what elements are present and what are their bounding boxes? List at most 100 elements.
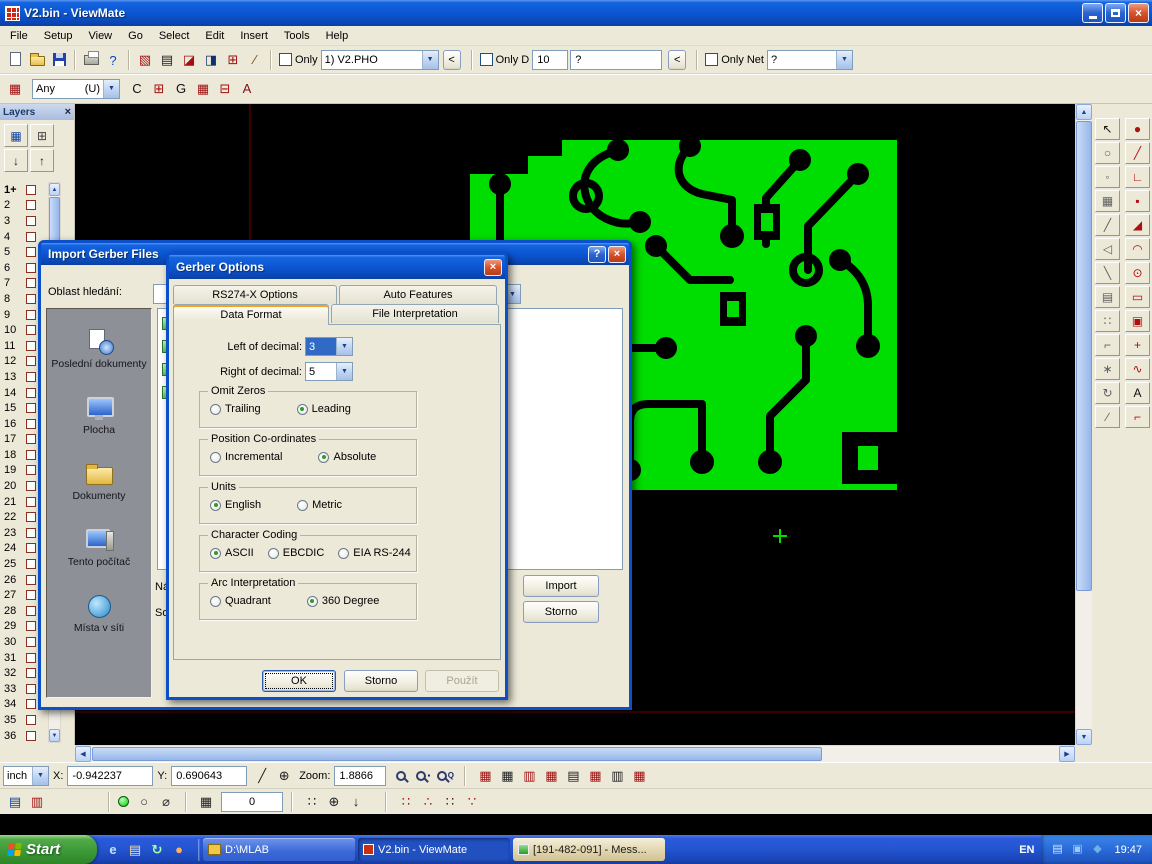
mirror-tool-icon[interactable]: ◁ (1095, 238, 1120, 260)
layer-visibility-chip[interactable] (26, 247, 36, 257)
bracket-tool-icon[interactable]: ⌐ (1095, 334, 1120, 356)
highlight-tool-icon[interactable]: ◪ (178, 49, 200, 71)
close-button[interactable]: × (484, 259, 502, 276)
aperture-h-button[interactable]: ⊟ (214, 78, 236, 100)
help-button[interactable]: ? (588, 246, 606, 263)
open-file-icon[interactable] (26, 49, 48, 71)
scroll-left-icon[interactable]: ◀ (75, 746, 91, 762)
board-view-icon[interactable]: ▥ (26, 791, 48, 813)
zoom-window-icon[interactable]: ▪ (412, 765, 434, 787)
aperture-c-button[interactable]: C (126, 78, 148, 100)
radio-360-degree[interactable]: 360 Degree (307, 595, 380, 607)
menu-edit[interactable]: Edit (197, 28, 232, 44)
grid-toggle-icon[interactable]: ▦ (195, 791, 217, 813)
context-help-icon[interactable]: ? (102, 50, 124, 72)
move-layer-up-icon[interactable]: ↑ (30, 149, 54, 172)
dcode-grid-8-icon[interactable]: ▦ (628, 765, 650, 787)
browser-launch-icon[interactable]: ● (169, 840, 189, 860)
layer-visibility-chip[interactable] (26, 512, 36, 522)
radio-english[interactable]: English (210, 499, 261, 511)
tab-rs274-x-options[interactable]: RS274-X Options (173, 285, 337, 304)
edit-tool-icon[interactable]: ∕ (1095, 406, 1120, 428)
layer-table-icon[interactable]: ▦ (4, 124, 28, 147)
draw-l-icon[interactable]: ⌐ (1125, 406, 1150, 428)
gerber-dialog-titlebar[interactable]: Gerber Options × (169, 255, 505, 279)
menu-file[interactable]: File (2, 28, 36, 44)
taskbar-task[interactable]: V2.bin - ViewMate (358, 838, 510, 861)
layer-visibility-chip[interactable] (26, 403, 36, 413)
layer-visibility-chip[interactable] (26, 621, 36, 631)
info-tool-icon[interactable]: ◨ (200, 49, 222, 71)
tab-file-interpretation[interactable]: File Interpretation (331, 304, 499, 323)
previous-layer-button[interactable]: < (443, 50, 461, 70)
layer-visibility-chip[interactable] (26, 481, 36, 491)
import-button[interactable]: Import (523, 575, 599, 597)
only-dcode-toggle[interactable]: Only D (480, 53, 530, 66)
dcode-grid-7-icon[interactable]: ▥ (606, 765, 628, 787)
layer-visibility-chip[interactable] (26, 341, 36, 351)
layer-visibility-chip[interactable] (26, 497, 36, 507)
only-net-toggle[interactable]: Only Net (705, 53, 764, 66)
rows-tool-icon[interactable]: ▤ (1095, 286, 1120, 308)
layer-visibility-chip[interactable] (26, 575, 36, 585)
draw-point-icon[interactable]: ● (1125, 118, 1150, 140)
cancel-button[interactable]: Storno (344, 670, 418, 692)
dcode-grid-2-icon[interactable]: ▦ (496, 765, 518, 787)
layer-visibility-chip[interactable] (26, 528, 36, 538)
menu-setup[interactable]: Setup (36, 28, 81, 44)
layer-visibility-chip[interactable] (26, 450, 36, 460)
only-layer-checkbox[interactable] (279, 53, 292, 66)
select-cursor-icon[interactable]: ↖ (1095, 118, 1120, 140)
place-desktop[interactable]: Plocha (47, 383, 151, 449)
layer-row[interactable]: 35 (0, 712, 46, 728)
cancel-button[interactable]: Storno (523, 601, 599, 623)
menu-go[interactable]: Go (120, 28, 151, 44)
layer-row[interactable]: 1+ (0, 182, 46, 198)
layer-visibility-chip[interactable] (26, 465, 36, 475)
layer-visibility-chip[interactable] (26, 543, 36, 553)
draw-arc-icon[interactable]: ◠ (1125, 238, 1150, 260)
unit-select[interactable]: inch ▼ (3, 766, 49, 786)
layer-visibility-chip[interactable] (26, 294, 36, 304)
target-icon[interactable]: ⊕ (273, 765, 295, 787)
menu-help[interactable]: Help (318, 28, 357, 44)
dcode-grid-5-icon[interactable]: ▤ (562, 765, 584, 787)
place-computer[interactable]: Tento počítač (47, 515, 151, 581)
pattern-1-icon[interactable]: ∷ (395, 791, 417, 813)
place-network[interactable]: Místa v síti (47, 581, 151, 647)
scroll-down-icon[interactable]: ▼ (49, 729, 60, 742)
layer-visibility-chip[interactable] (26, 731, 36, 741)
draw-thermal-icon[interactable]: + (1125, 334, 1150, 356)
pattern-2-icon[interactable]: ∴ (417, 791, 439, 813)
print-icon[interactable] (80, 47, 102, 69)
scroll-up-icon[interactable]: ▲ (49, 183, 60, 196)
chevron-down-icon[interactable]: ▼ (422, 51, 438, 69)
layers-panel-caption[interactable]: Layers × (0, 104, 74, 120)
dcode-grid-1-icon[interactable]: ▦ (474, 765, 496, 787)
layer-visibility-chip[interactable] (26, 606, 36, 616)
active-layer-icon[interactable]: ▦ (4, 78, 26, 100)
menu-select[interactable]: Select (151, 28, 198, 44)
rotate-tool-icon[interactable]: ↻ (1095, 382, 1120, 404)
star-tool-icon[interactable]: ∗ (1095, 358, 1120, 380)
tray-shield-icon[interactable]: ◆ (1089, 842, 1105, 858)
horizontal-scrollbar[interactable]: ◀ ▶ (75, 745, 1075, 762)
layer-visibility-chip[interactable] (26, 356, 36, 366)
only-layer-toggle[interactable]: Only (279, 53, 318, 66)
ruler-tool-icon[interactable]: ∕ (244, 49, 266, 71)
chevron-down-icon[interactable]: ▼ (32, 767, 48, 785)
fill-square-icon[interactable]: ▦ (1095, 190, 1120, 212)
radio-quadrant[interactable]: Quadrant (210, 595, 271, 607)
measure-grid-icon[interactable]: ▧ (134, 49, 156, 71)
measure-line-icon[interactable]: ╱ (251, 765, 273, 787)
only-net-checkbox[interactable] (705, 53, 718, 66)
circle-outline-icon[interactable]: ○ (1095, 142, 1120, 164)
draw-wave-icon[interactable]: ∿ (1125, 358, 1150, 380)
menu-tools[interactable]: Tools (276, 28, 318, 44)
layer-visibility-chip[interactable] (26, 388, 36, 398)
language-indicator[interactable]: EN (1012, 844, 1041, 856)
maximize-button[interactable] (1105, 3, 1126, 23)
menu-insert[interactable]: Insert (232, 28, 276, 44)
anchor-icon[interactable]: ⊕ (323, 791, 345, 813)
layer-visibility-chip[interactable] (26, 278, 36, 288)
